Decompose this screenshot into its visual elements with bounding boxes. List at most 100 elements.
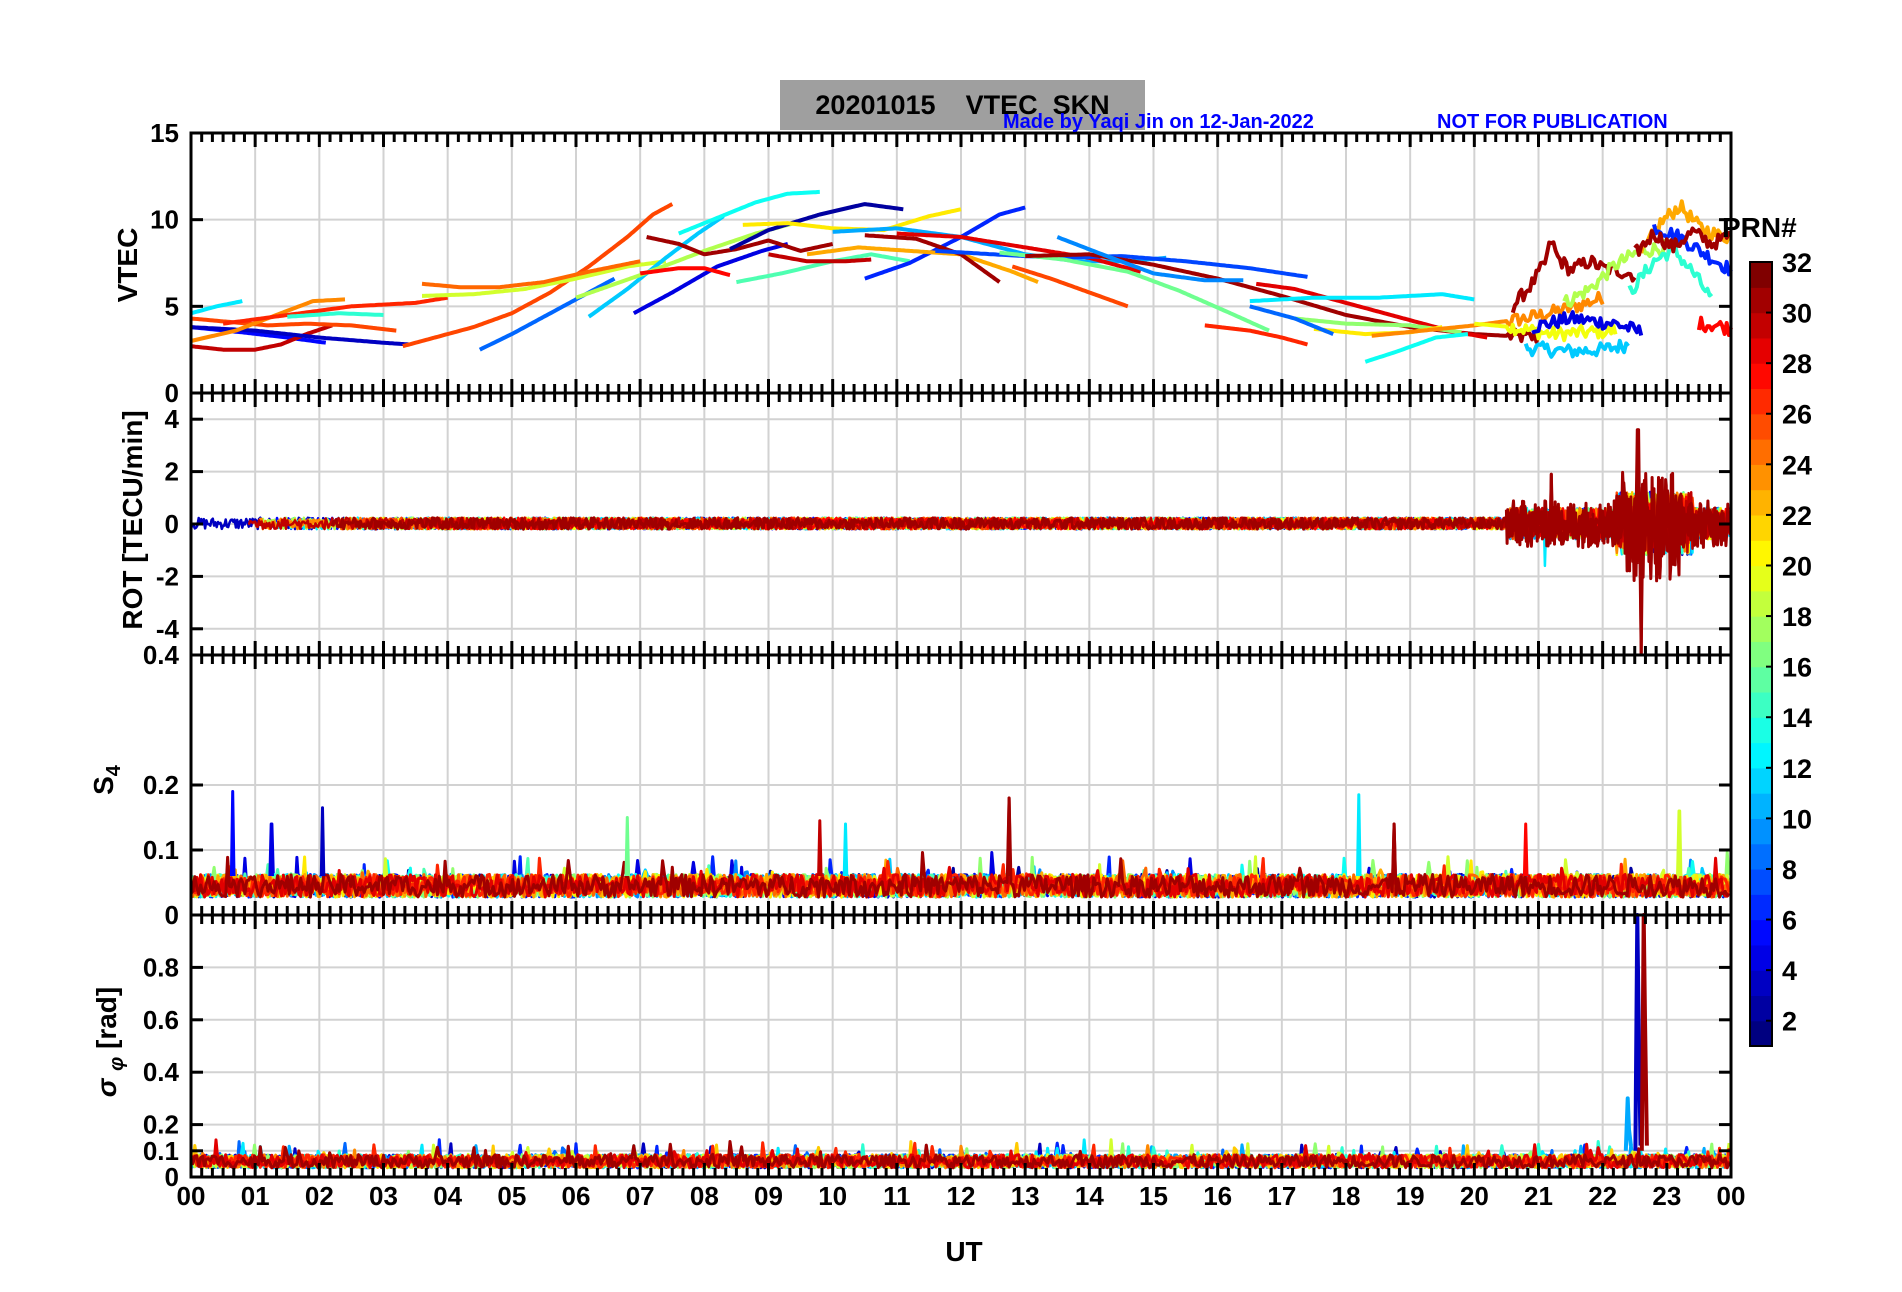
- s4-spike: [817, 819, 823, 877]
- x-axis-label: UT: [945, 1236, 983, 1267]
- sigma-phi-axis-label: σ φ [rad]: [91, 986, 128, 1098]
- colorbar-cell: [1750, 616, 1772, 642]
- colorbar-cell: [1750, 742, 1772, 769]
- x-tick-label: 05: [497, 1181, 526, 1211]
- colorbar-cell: [1750, 818, 1772, 845]
- x-tick-label: 13: [1011, 1181, 1040, 1211]
- colorbar-tick-label: 10: [1782, 804, 1812, 834]
- s4-spike: [1006, 796, 1012, 877]
- figure: 051015 -4-2024 00.10.20.4 00.10.20.40.60…: [0, 0, 1902, 1292]
- x-tick-label: 03: [369, 1181, 398, 1211]
- y-tick-label: 0.1: [143, 1136, 179, 1166]
- x-tick-label: 01: [241, 1181, 270, 1211]
- y-tick-label: 0.8: [143, 952, 179, 982]
- x-tick-label: 12: [947, 1181, 976, 1211]
- colorbar-tick-label: 32: [1782, 248, 1812, 278]
- vtec-axis-label: VTEC: [112, 227, 143, 303]
- colorbar-cell: [1750, 767, 1772, 794]
- colorbar-cell: [1750, 970, 1772, 997]
- s4-spike: [1676, 809, 1683, 877]
- colorbar-cell: [1750, 944, 1772, 971]
- y-tick-label: 0.4: [143, 1057, 180, 1087]
- colorbar-cell: [1750, 262, 1772, 288]
- y-tick-label: 0: [165, 509, 179, 539]
- colorbar-cell: [1750, 565, 1772, 592]
- x-tick-label: 14: [1075, 1181, 1104, 1211]
- colorbar-cell: [1750, 363, 1772, 390]
- notice-text: NOT FOR PUBLICATION: [1437, 111, 1668, 133]
- s4-spike: [1356, 793, 1362, 877]
- s4-spike: [1391, 822, 1397, 877]
- rot-axis-label: ROT [TECU/min]: [117, 410, 148, 630]
- x-tick-label: 16: [1203, 1181, 1232, 1211]
- colorbar-cell: [1750, 514, 1772, 541]
- x-tick-label: 06: [562, 1181, 591, 1211]
- colorbar-tick-label: 30: [1782, 299, 1812, 329]
- s4-spike: [1522, 822, 1529, 877]
- s4-spike: [842, 822, 849, 877]
- colorbar-cell: [1750, 439, 1772, 465]
- colorbar-cell: [1750, 337, 1772, 364]
- y-tick-label: 0.2: [143, 770, 179, 800]
- colorbar-cell: [1750, 868, 1772, 895]
- colorbar-tick-label: 18: [1782, 602, 1812, 632]
- x-tick-label: 08: [690, 1181, 719, 1211]
- x-tick-label: 11: [883, 1181, 911, 1211]
- colorbar-cell: [1750, 894, 1772, 921]
- colorbar-tick-label: 4: [1782, 956, 1797, 986]
- colorbar-cell: [1750, 464, 1772, 491]
- colorbar-cell: [1750, 287, 1772, 314]
- x-tick-label: 22: [1588, 1181, 1617, 1211]
- x-tick-label: 00: [1717, 1181, 1746, 1211]
- s4-spike: [319, 806, 326, 877]
- colorbar-tick-label: 2: [1782, 1007, 1797, 1037]
- colorbar-tick-label: 8: [1782, 855, 1797, 885]
- colorbar-tick-label: 14: [1782, 703, 1812, 733]
- colorbar-cell: [1750, 995, 1772, 1022]
- colorbar-tick-label: 20: [1782, 551, 1812, 581]
- y-tick-label: 0.2: [143, 1110, 179, 1140]
- colorbar-cell: [1750, 540, 1772, 567]
- x-tick-label: 00: [177, 1181, 206, 1211]
- y-tick-label: 5: [165, 291, 179, 321]
- colorbar-cell: [1750, 489, 1772, 516]
- colorbar-tick-label: 6: [1782, 906, 1797, 936]
- colorbar-tick-label: 24: [1782, 450, 1812, 480]
- x-tick-label: 20: [1460, 1181, 1489, 1211]
- colorbar-cell: [1750, 312, 1772, 339]
- s4-axis-label: S4: [88, 765, 125, 795]
- x-tick-label: 07: [626, 1181, 655, 1211]
- colorbar-cell: [1750, 666, 1772, 693]
- x-tick-label: 10: [818, 1181, 847, 1211]
- y-tick-label: 0.1: [143, 835, 179, 865]
- x-tick-label: 17: [1267, 1181, 1296, 1211]
- y-tick-label: 0.4: [143, 640, 180, 670]
- colorbar-tick-label: 22: [1782, 501, 1812, 531]
- colorbar-cell: [1750, 388, 1772, 415]
- credit-text: Made by Yaqi Jin on 12-Jan-2022: [1003, 111, 1314, 133]
- colorbar-tick-label: 26: [1782, 400, 1812, 430]
- colorbar-cell: [1750, 919, 1772, 946]
- x-tick-label: 15: [1139, 1181, 1168, 1211]
- y-tick-label: 2: [165, 457, 179, 487]
- s4-spike: [229, 790, 236, 877]
- x-tick-label: 21: [1524, 1181, 1553, 1211]
- colorbar-cell: [1750, 717, 1772, 744]
- y-tick-label: 4: [165, 404, 180, 434]
- y-tick-label: 10: [150, 205, 179, 235]
- y-tick-label: -2: [156, 561, 179, 591]
- y-tick-label: 15: [150, 118, 179, 148]
- s4-spike: [624, 816, 631, 877]
- x-tick-label: 18: [1332, 1181, 1361, 1211]
- colorbar-title: PRN#: [1722, 212, 1797, 243]
- colorbar-tick-label: 28: [1782, 349, 1812, 379]
- title-date: 20201015: [815, 89, 936, 120]
- colorbar-cell: [1750, 691, 1772, 718]
- colorbar-cell: [1750, 641, 1772, 668]
- x-tick-label: 02: [305, 1181, 334, 1211]
- s4-spike: [268, 822, 274, 877]
- x-tick-label: 19: [1396, 1181, 1425, 1211]
- colorbar-cell: [1750, 413, 1772, 440]
- colorbar-cell: [1750, 843, 1772, 870]
- colorbar-tick-label: 16: [1782, 653, 1812, 683]
